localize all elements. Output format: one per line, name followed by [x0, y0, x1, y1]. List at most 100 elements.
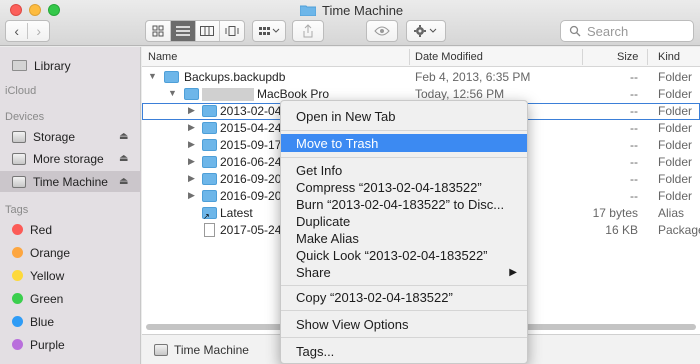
sidebar-item-library[interactable]: Library	[0, 55, 141, 76]
arrange-button[interactable]	[252, 20, 286, 42]
menu-item-copy[interactable]: Copy “2013-02-04-183522”	[281, 289, 527, 306]
disclosure-closed-icon[interactable]: ▶	[188, 173, 195, 184]
row-size: --	[630, 121, 638, 135]
disclosure-closed-icon[interactable]: ▶	[188, 105, 195, 116]
sidebar-item-more-storage[interactable]: More storage ⏏	[0, 148, 141, 169]
disclosure-closed-icon[interactable]: ▶	[188, 190, 195, 201]
menu-item-quick-look[interactable]: Quick Look “2013-02-04-183522”	[281, 247, 527, 264]
close-window-button[interactable]	[10, 4, 22, 16]
tag-color-dot-icon	[12, 270, 23, 281]
row-date: Today, 12:56 PM	[415, 87, 505, 101]
disclosure-open-icon[interactable]: ▼	[168, 88, 177, 98]
disclosure-open-icon[interactable]: ▼	[148, 71, 157, 81]
row-kind: Folder	[658, 138, 693, 152]
column-header-kind[interactable]: Kind	[658, 51, 680, 63]
sidebar-item-label: Library	[34, 58, 71, 73]
eye-icon	[374, 26, 390, 36]
share-icon	[303, 24, 313, 38]
minimize-window-button[interactable]	[29, 4, 41, 16]
row-size: --	[630, 155, 638, 169]
menu-item-tags[interactable]: Tags...	[281, 343, 527, 360]
sidebar-heading-icloud: iCloud	[5, 85, 37, 97]
row-size: --	[630, 70, 638, 84]
row-size: --	[630, 189, 638, 203]
tag-color-dot-icon	[12, 316, 23, 327]
column-header-date[interactable]: Date Modified	[415, 51, 483, 63]
sidebar-item-label: More storage	[33, 151, 104, 166]
row-kind: Package	[658, 223, 700, 237]
menu-item-show-view-options[interactable]: Show View Options	[281, 316, 527, 333]
sidebar-tag-red[interactable]: Red	[0, 219, 141, 240]
row-size: --	[630, 104, 638, 118]
menu-item-open-in-new-tab[interactable]: Open in New Tab	[281, 108, 527, 125]
tag-color-dot-icon	[12, 224, 23, 235]
sidebar-tag-green[interactable]: Green	[0, 288, 141, 309]
sidebar-item-time-machine[interactable]: Time Machine ⏏	[0, 171, 141, 192]
path-bar-item[interactable]: Time Machine	[174, 343, 249, 357]
context-menu: Open in New Tab Move to Trash Get Info C…	[280, 100, 528, 364]
row-kind: Folder	[658, 172, 693, 186]
sidebar-tag-blue[interactable]: Blue	[0, 311, 141, 332]
search-field[interactable]: Search	[560, 20, 694, 42]
column-header-name[interactable]: Name	[148, 51, 177, 63]
menu-item-make-alias[interactable]: Make Alias	[281, 230, 527, 247]
eject-icon[interactable]: ⏏	[119, 176, 128, 187]
disclosure-closed-icon[interactable]: ▶	[188, 122, 195, 133]
folder-icon	[202, 156, 217, 168]
search-placeholder: Search	[587, 23, 629, 39]
row-kind: Folder	[658, 189, 693, 203]
row-kind: Folder	[658, 104, 693, 118]
sidebar-item-storage[interactable]: Storage ⏏	[0, 126, 141, 147]
tag-color-dot-icon	[12, 339, 23, 350]
quick-look-button[interactable]	[366, 20, 398, 42]
folder-icon	[184, 88, 199, 100]
sidebar-tag-yellow[interactable]: Yellow	[0, 265, 141, 286]
list-view-button[interactable]	[169, 21, 195, 41]
disk-icon	[154, 343, 168, 356]
disclosure-closed-icon[interactable]: ▶	[188, 139, 195, 150]
share-button[interactable]	[292, 20, 324, 42]
icon-view-button[interactable]	[146, 21, 170, 41]
submenu-arrow-icon: ▶	[509, 267, 517, 278]
column-header-size[interactable]: Size	[617, 51, 638, 63]
row-name: 2015-04-24	[220, 121, 282, 135]
disk-icon	[12, 175, 26, 188]
back-button[interactable]: ‹	[6, 23, 27, 39]
eject-icon[interactable]: ⏏	[119, 131, 128, 142]
row-kind: Folder	[658, 70, 693, 84]
table-row[interactable]: ▼ Backups.backupdb Feb 4, 2013, 6:35 PM …	[142, 69, 700, 86]
sidebar-tag-purple[interactable]: Purple	[0, 334, 141, 355]
row-kind: Alias	[658, 206, 685, 220]
menu-item-compress[interactable]: Compress “2013-02-04-183522”	[281, 179, 527, 196]
folder-icon	[202, 122, 217, 134]
sidebar-item-label: Orange	[30, 245, 71, 260]
sidebar-tag-orange[interactable]: Orange	[0, 242, 141, 263]
row-size: --	[630, 172, 638, 186]
forward-button[interactable]: ›	[27, 23, 49, 39]
sidebar-item-label: Purple	[30, 337, 65, 352]
column-divider	[409, 49, 410, 65]
row-size: 16 KB	[605, 223, 638, 237]
row-name: Backups.backupdb	[184, 70, 286, 84]
column-view-button[interactable]	[194, 21, 220, 41]
menu-item-get-info[interactable]: Get Info	[281, 162, 527, 179]
cover-flow-button[interactable]	[219, 21, 244, 41]
menu-item-move-to-trash[interactable]: Move to Trash	[281, 134, 527, 152]
columns-icon	[200, 26, 215, 36]
view-mode-group	[145, 20, 245, 42]
zoom-window-button[interactable]	[48, 4, 60, 16]
action-button[interactable]	[406, 20, 446, 42]
row-name: 2016-06-24	[220, 155, 282, 169]
menu-item-burn[interactable]: Burn “2013-02-04-183522” to Disc...	[281, 196, 527, 213]
disclosure-closed-icon[interactable]: ▶	[188, 156, 195, 167]
toolbar: Time Machine ‹ › Search	[0, 0, 700, 46]
row-name: 2016-09-20	[220, 172, 282, 186]
folder-icon	[202, 190, 217, 202]
menu-item-duplicate[interactable]: Duplicate	[281, 213, 527, 230]
eject-icon[interactable]: ⏏	[119, 153, 128, 164]
row-kind: Folder	[658, 121, 693, 135]
menu-item-share[interactable]: Share ▶	[281, 264, 527, 281]
search-icon	[569, 25, 581, 37]
row-size: 17 bytes	[592, 206, 638, 220]
folder-icon	[202, 173, 217, 185]
